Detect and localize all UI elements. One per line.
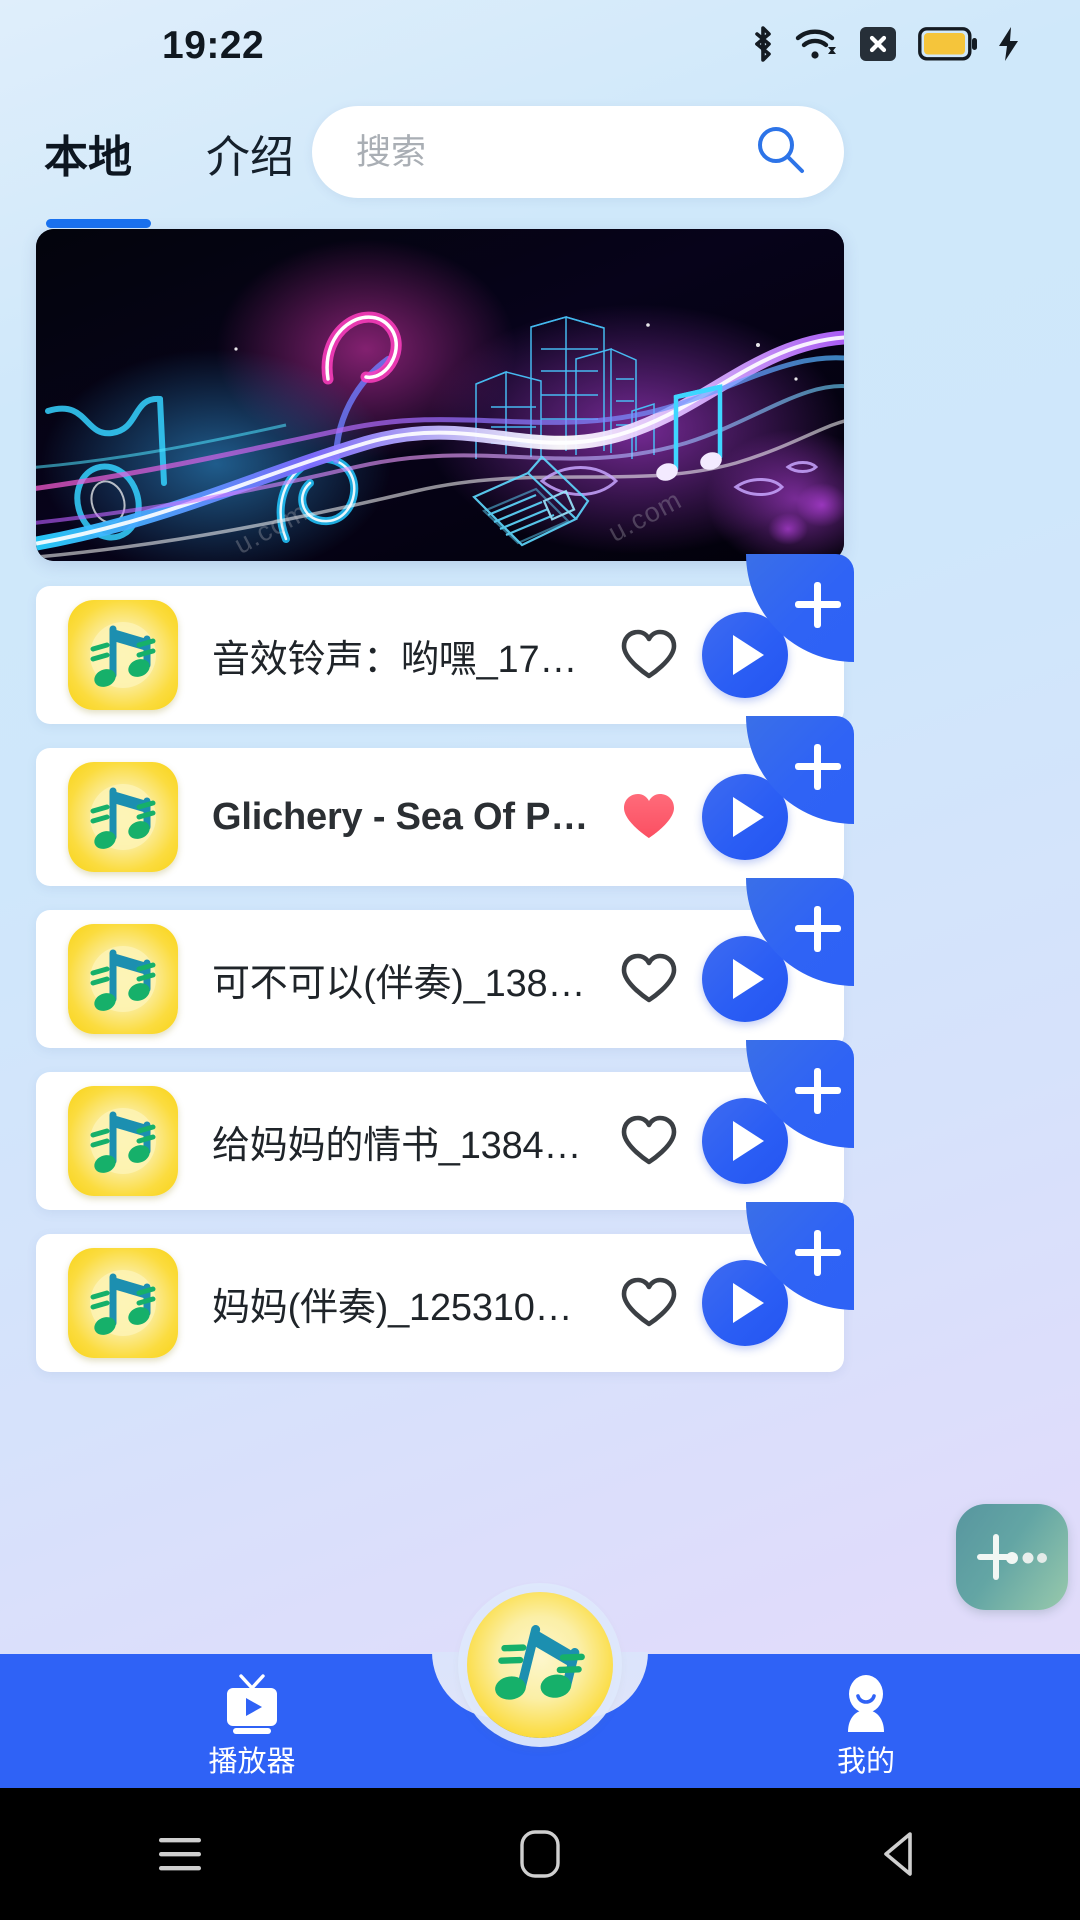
battery-icon bbox=[918, 26, 978, 66]
status-bar: 19:22 bbox=[0, 0, 1080, 92]
music-note-icon bbox=[90, 1270, 156, 1336]
plus-icon-horizontal bbox=[795, 925, 841, 932]
play-triangle-icon bbox=[733, 797, 764, 837]
play-triangle-icon bbox=[733, 1121, 764, 1161]
favorite-button[interactable] bbox=[614, 791, 684, 843]
list-item[interactable]: 可不可以(伴奏)_138… bbox=[36, 878, 854, 1048]
banner-image[interactable]: u.com u.com bbox=[36, 229, 844, 561]
music-note-icon bbox=[90, 1108, 156, 1174]
home-icon bbox=[520, 1830, 560, 1878]
tab-intro-label: 介绍 bbox=[206, 133, 294, 182]
list-item[interactable]: 音效铃声：哟嘿_17… bbox=[36, 554, 854, 724]
song-title: 可不可以(伴奏)_138… bbox=[212, 962, 586, 1005]
list-item[interactable]: Glichery - Sea Of P… bbox=[36, 716, 854, 886]
assistive-touch-button[interactable] bbox=[956, 1504, 1068, 1610]
song-title: 给妈妈的情书_1384… bbox=[212, 1124, 582, 1167]
plus-icon-horizontal bbox=[795, 763, 841, 770]
back-icon bbox=[884, 1832, 912, 1876]
home-button[interactable] bbox=[460, 1788, 620, 1920]
song-thumbnail bbox=[68, 924, 178, 1034]
music-note-icon bbox=[90, 784, 156, 850]
song-title: 妈妈(伴奏)_125310… bbox=[212, 1286, 573, 1329]
tab-mine[interactable]: 我的 bbox=[756, 1674, 976, 1777]
tab-active-indicator bbox=[46, 219, 151, 228]
status-time: 19:22 bbox=[162, 24, 265, 67]
plus-icon-horizontal bbox=[795, 1087, 841, 1094]
recents-button[interactable] bbox=[100, 1788, 260, 1920]
search-icon[interactable] bbox=[752, 121, 810, 184]
menu-icon bbox=[159, 1838, 201, 1871]
song-title: 音效铃声：哟嘿_17… bbox=[212, 638, 578, 681]
plus-icon-horizontal bbox=[795, 1249, 841, 1256]
tab-local-label: 本地 bbox=[44, 133, 132, 182]
play-triangle-icon bbox=[733, 1283, 764, 1323]
search-box[interactable]: 搜索 bbox=[312, 106, 844, 198]
play-triangle-icon bbox=[733, 635, 764, 675]
tab-player-label: 播放器 bbox=[208, 1746, 296, 1778]
heart-outline-icon bbox=[621, 1277, 677, 1327]
heart-outline-icon bbox=[621, 1115, 677, 1165]
heart-filled-icon bbox=[624, 794, 674, 838]
list-item[interactable]: 给妈妈的情书_1384… bbox=[36, 1040, 854, 1210]
back-button[interactable] bbox=[820, 1788, 980, 1920]
neon-music-artwork bbox=[36, 229, 844, 561]
plus-icon-horizontal bbox=[795, 601, 841, 608]
song-thumbnail bbox=[68, 1086, 178, 1196]
status-icons bbox=[750, 24, 1022, 69]
tab-player[interactable]: 播放器 bbox=[142, 1674, 362, 1777]
song-thumbnail bbox=[68, 600, 178, 710]
music-note-icon bbox=[495, 1625, 585, 1700]
favorite-button[interactable] bbox=[614, 1115, 684, 1167]
list-item[interactable]: 妈妈(伴奏)_125310… bbox=[36, 1202, 854, 1372]
person-icon bbox=[848, 1675, 884, 1732]
search-input[interactable]: 搜索 bbox=[356, 135, 752, 170]
music-note-icon bbox=[90, 946, 156, 1012]
bluetooth-icon bbox=[750, 24, 776, 69]
song-title: Glichery - Sea Of P… bbox=[212, 795, 589, 838]
song-list: 音效铃声：哟嘿_17… Glichery - Sea Of P… 可不可以(伴奏… bbox=[0, 554, 1080, 1396]
tab-local[interactable]: 本地 bbox=[44, 133, 151, 228]
wifi-icon bbox=[794, 24, 842, 69]
favorite-button[interactable] bbox=[614, 1277, 684, 1329]
tv-play-icon bbox=[227, 1674, 277, 1734]
heart-outline-icon bbox=[621, 629, 677, 679]
play-triangle-icon bbox=[733, 959, 764, 999]
android-nav-bar bbox=[0, 1788, 1080, 1920]
tab-mine-label: 我的 bbox=[836, 1746, 895, 1778]
header: 本地 介绍 搜索 bbox=[0, 96, 1080, 228]
bottom-tab-bar: 播放器 我的 bbox=[0, 1592, 1080, 1788]
no-sim-icon bbox=[860, 26, 900, 66]
favorite-button[interactable] bbox=[614, 953, 684, 1005]
favorite-button[interactable] bbox=[614, 629, 684, 681]
tab-intro[interactable]: 介绍 bbox=[206, 136, 294, 186]
phone-screen: 19:22 本地 介绍 搜索 u.com u.com 音效铃声：哟嘿_17… G… bbox=[0, 0, 1080, 1920]
heart-outline-icon bbox=[621, 953, 677, 1003]
song-thumbnail bbox=[68, 1248, 178, 1358]
center-music-fab[interactable] bbox=[467, 1592, 613, 1738]
music-note-icon bbox=[90, 622, 156, 688]
song-thumbnail bbox=[68, 762, 178, 872]
charging-bolt-icon bbox=[996, 26, 1022, 67]
plus-dots-icon bbox=[977, 1534, 1047, 1580]
